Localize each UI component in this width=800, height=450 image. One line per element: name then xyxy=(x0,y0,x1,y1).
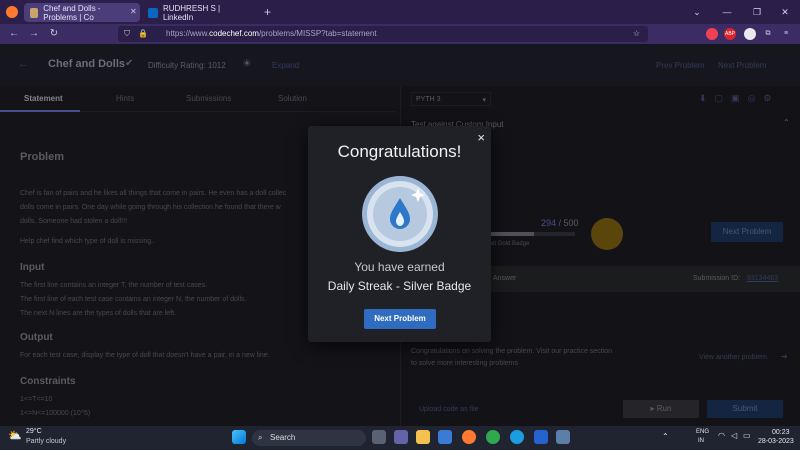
tray-chevron-icon[interactable]: ⌃ xyxy=(662,432,669,441)
search-icon: ⌕ xyxy=(258,433,263,442)
new-tab-button[interactable]: + xyxy=(264,5,271,19)
volume-icon[interactable]: ◁ xyxy=(731,431,737,440)
url-path: /problems/MISSP?tab=statement xyxy=(258,29,377,38)
close-window-icon[interactable]: ✕ xyxy=(770,0,800,24)
tab-label: Chef and Dolls - Problems | Co xyxy=(43,3,101,22)
windows-taskbar: ⛅ 29°C Partly cloudy ⌕ Search ⌃ ENG IN ◠… xyxy=(0,426,800,450)
tab-close-icon[interactable]: ✕ xyxy=(130,7,137,16)
modal-title: Congratulations! xyxy=(337,142,462,161)
navigation-bar: ← → ↻ ⛉ 🔒 https://www.codechef.com/probl… xyxy=(0,24,800,44)
tab-label: RUDHRESH S | LinkedIn xyxy=(162,3,221,22)
weather-desc[interactable]: Partly cloudy xyxy=(26,438,66,445)
minimize-icon[interactable]: — xyxy=(712,0,742,24)
pocket-icon[interactable] xyxy=(706,28,718,40)
extension-icon[interactable] xyxy=(744,28,756,40)
silver-badge-icon xyxy=(362,176,438,252)
tab-linkedin[interactable]: RUDHRESH S | LinkedIn xyxy=(142,3,258,22)
wifi-icon[interactable]: ◠ xyxy=(718,431,725,440)
file-explorer-icon[interactable] xyxy=(416,430,430,444)
weather-temp[interactable]: 29°C xyxy=(26,428,42,435)
earned-text: You have earned xyxy=(354,260,445,274)
forward-icon[interactable]: → xyxy=(26,26,42,42)
address-bar[interactable]: ⛉ 🔒 https://www.codechef.com/problems/MI… xyxy=(118,26,648,42)
linkedin-favicon-icon xyxy=(148,7,158,18)
badge-modal: × Congratulations! You have earned Daily… xyxy=(308,126,491,342)
back-icon[interactable]: ← xyxy=(6,26,22,42)
next-problem-button[interactable]: Next Problem xyxy=(364,309,436,329)
taskbar-search[interactable]: ⌕ Search xyxy=(252,430,366,446)
clock-date[interactable]: 28-03-2023 xyxy=(758,438,794,445)
codechef-favicon-icon xyxy=(30,7,39,18)
reload-icon[interactable]: ↻ xyxy=(46,26,62,42)
puzzle-icon[interactable]: ⧉ xyxy=(762,28,774,40)
battery-icon[interactable]: ▭ xyxy=(743,431,751,440)
firefox-icon[interactable] xyxy=(462,430,476,444)
menu-icon[interactable]: ≡ xyxy=(780,28,792,40)
shield-icon[interactable]: ⛉ xyxy=(124,26,130,42)
chrome-icon[interactable] xyxy=(486,430,500,444)
edge-icon[interactable] xyxy=(510,430,524,444)
app-icon[interactable] xyxy=(438,430,452,444)
adblock-icon[interactable]: ABP xyxy=(724,28,736,40)
app-icon[interactable] xyxy=(556,430,570,444)
tab-codechef[interactable]: Chef and Dolls - Problems | Co xyxy=(24,3,140,22)
windows-start-icon[interactable] xyxy=(232,430,246,444)
url-prefix: https://www. xyxy=(166,29,210,38)
input-region[interactable]: IN xyxy=(698,438,704,444)
tab-list-icon[interactable]: ⌄ xyxy=(682,0,712,24)
url-host: codechef.com xyxy=(209,29,259,38)
firefox-menu-icon[interactable] xyxy=(6,6,18,18)
lock-icon[interactable]: 🔒 xyxy=(138,26,148,42)
clock-time[interactable]: 00:23 xyxy=(772,429,790,436)
bookmark-star-icon[interactable]: ☆ xyxy=(633,26,640,42)
input-language[interactable]: ENG xyxy=(696,429,709,435)
weather-icon[interactable]: ⛅ xyxy=(8,429,22,442)
restore-icon[interactable]: ❐ xyxy=(742,0,772,24)
badge-name: Daily Streak - Silver Badge xyxy=(327,279,472,293)
search-label: Search xyxy=(270,433,296,442)
todo-icon[interactable] xyxy=(534,430,548,444)
browser-tab-bar: Chef and Dolls - Problems | Co ✕ RUDHRES… xyxy=(0,0,800,24)
task-view-icon[interactable] xyxy=(372,430,386,444)
teams-icon[interactable] xyxy=(394,430,408,444)
